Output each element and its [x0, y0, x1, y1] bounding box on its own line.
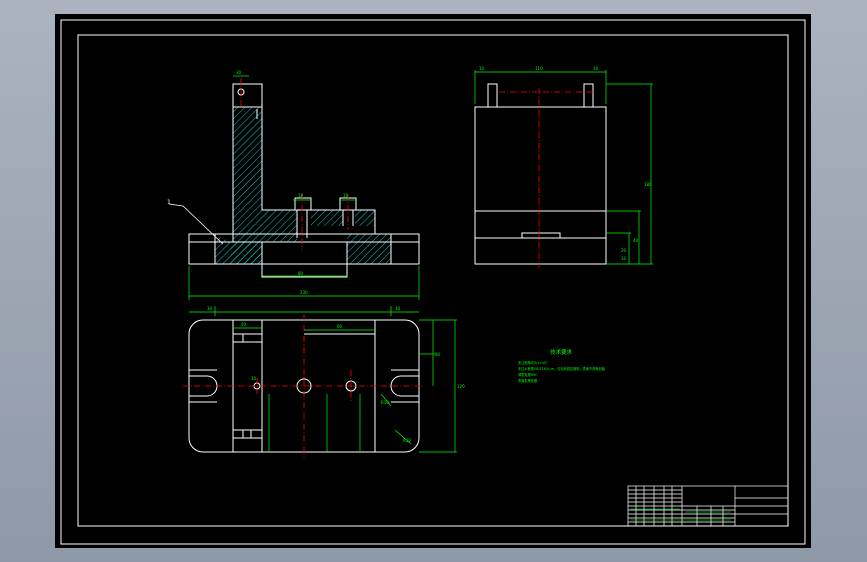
cad-viewport[interactable]: 1 230 80 30 10 10 110 10 10 180 40 20 10…	[55, 14, 811, 548]
side-body	[474, 106, 607, 265]
tech-requirements: 技术要求 未注倒角均为1×45° 未注公差按GB/T1804-m，去毛刺锐边倒钝…	[518, 348, 606, 383]
dim-front-left: 30	[207, 306, 213, 311]
tech-requirement-line: 未注倒角均为1×45°	[518, 360, 548, 365]
tech-requirement-line: 表面发黑处理	[518, 378, 538, 383]
dim-plan-w2: 60	[337, 324, 343, 329]
dim-side-h3: 10	[621, 256, 627, 261]
dim-front-hole: 10	[298, 193, 304, 198]
tech-requirement-line: 调质处理HRC	[518, 372, 538, 377]
front-center-recess	[261, 241, 348, 278]
dim-side-right: 10	[593, 66, 599, 71]
front-hatch-base-right	[347, 234, 391, 264]
dim-plan-h1: 80	[435, 352, 441, 357]
dim-plan-r2: R10	[381, 400, 389, 405]
dim-side-h2: 20	[621, 248, 627, 253]
dim-plan-w1: 50	[241, 322, 247, 327]
dim-front-right-hole: 10	[343, 193, 349, 198]
sheet-outer-border	[60, 19, 806, 545]
cad-drawing: 1 230 80 30 10 10 110 10 10 180 40 20 10…	[60, 19, 806, 545]
plan-view[interactable]: 50 60 80 120 R10 R10 10 30 30	[183, 306, 465, 458]
dim-front-top: 30	[236, 70, 242, 75]
dim-side-h1: 40	[633, 238, 639, 243]
side-view[interactable]: 110 10 10 180 40 20 10	[474, 66, 653, 268]
dim-front-total: 230	[300, 290, 308, 295]
front-hatch-right	[311, 210, 343, 226]
dim-plan-hole: 10	[251, 376, 257, 381]
front-hatch-block	[355, 210, 375, 226]
dim-front-slot: 80	[298, 271, 304, 276]
dim-plan-h2: 120	[457, 384, 465, 389]
tech-requirement-line: 未注公差按GB/T1804-m，去毛刺锐边倒钝，表面不得有划痕	[518, 366, 606, 371]
part-label: 1	[167, 199, 171, 206]
dim-side-width: 110	[535, 66, 543, 71]
dim-front-right: 30	[395, 306, 401, 311]
front-section-view[interactable]: 1 230 80 30 10 10	[167, 70, 420, 300]
dim-side-height: 180	[644, 182, 652, 187]
tech-requirements-title: 技术要求	[550, 348, 573, 356]
front-hatch-column	[231, 107, 297, 264]
dim-side-left: 10	[479, 66, 485, 71]
dim-plan-r: R10	[403, 438, 411, 443]
